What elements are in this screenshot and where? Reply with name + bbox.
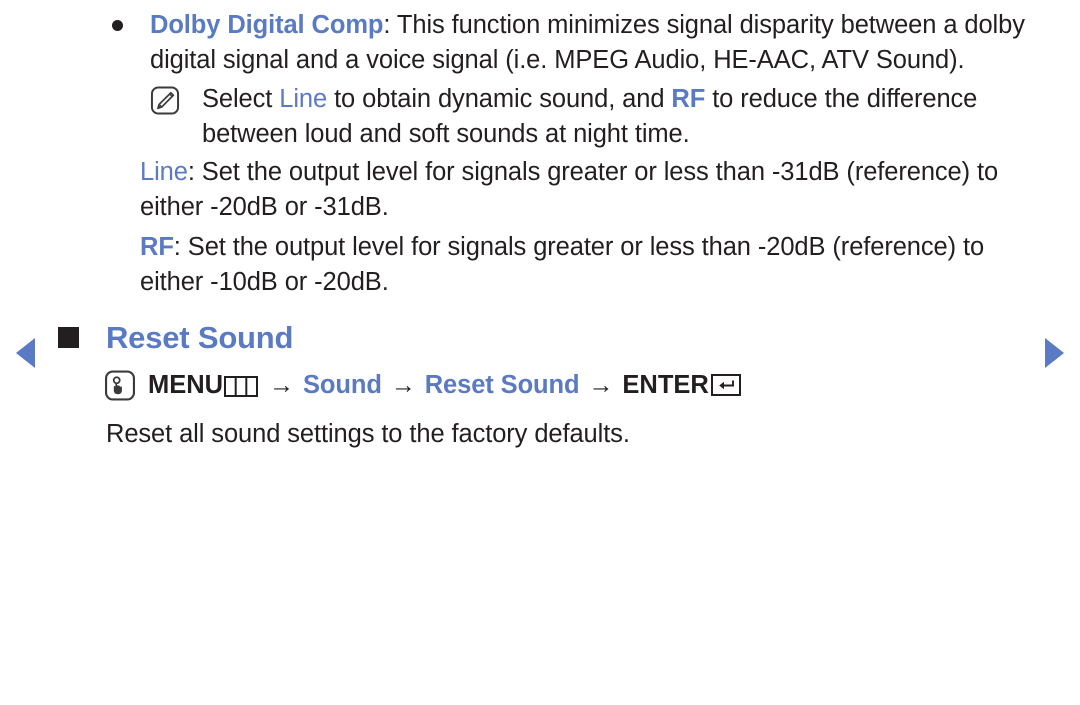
note-text: Select Line to obtain dynamic sound, and…	[202, 82, 1050, 152]
enter-return-icon	[710, 374, 741, 396]
bullet-term: Dolby Digital Comp	[150, 11, 384, 39]
paragraph-line: Line: Set the output level for signals g…	[140, 155, 1040, 225]
note-highlight-line: Line	[279, 85, 328, 113]
previous-page-arrow[interactable]	[16, 338, 35, 368]
menu-path-breadcrumb: MENU → Sound → Reset Sound → ENTER	[104, 368, 741, 402]
menu-path-arrow-2: →	[390, 370, 416, 399]
note-text-part-2: to obtain dynamic sound, and	[327, 85, 672, 113]
paragraph-rf-term: RF	[140, 233, 174, 261]
bullet-separator: :	[383, 11, 397, 39]
note-text-part-1: Select	[202, 85, 280, 113]
bullet-item-dolby-digital-comp: Dolby Digital Comp: This function minimi…	[112, 8, 1042, 78]
next-page-arrow[interactable]	[1045, 338, 1064, 368]
paragraph-rf-separator: :	[173, 233, 188, 261]
menu-path-arrow-1: →	[269, 370, 294, 399]
note-highlight-rf: RF	[671, 85, 706, 113]
menu-path-arrow-3: →	[588, 370, 614, 399]
paragraph-line-term: Line	[140, 158, 188, 186]
page-title: Reset Sound	[106, 320, 294, 355]
bullet-dot-icon	[112, 20, 123, 31]
paragraph-line-separator: :	[187, 158, 202, 186]
press-hand-icon	[104, 369, 136, 401]
paragraph-line-body: Set the output level for signals greater…	[140, 158, 999, 221]
section-square-marker	[58, 327, 79, 348]
paragraph-rf-body: Set the output level for signals greater…	[140, 233, 985, 296]
menu-button-icon	[224, 375, 259, 397]
menu-path-step-reset-sound: Reset Sound	[424, 370, 580, 399]
bullet-item-text: Dolby Digital Comp: This function minimi…	[150, 8, 1042, 78]
paragraph-rf: RF: Set the output level for signals gre…	[140, 230, 1040, 300]
menu-path-step-sound: Sound	[303, 370, 382, 399]
note-pen-icon	[150, 86, 180, 115]
note-block: Select Line to obtain dynamic sound, and…	[150, 82, 1050, 152]
enter-label: ENTER	[622, 370, 709, 399]
menu-label: MENU	[148, 370, 224, 399]
section-description: Reset all sound settings to the factory …	[106, 420, 630, 448]
